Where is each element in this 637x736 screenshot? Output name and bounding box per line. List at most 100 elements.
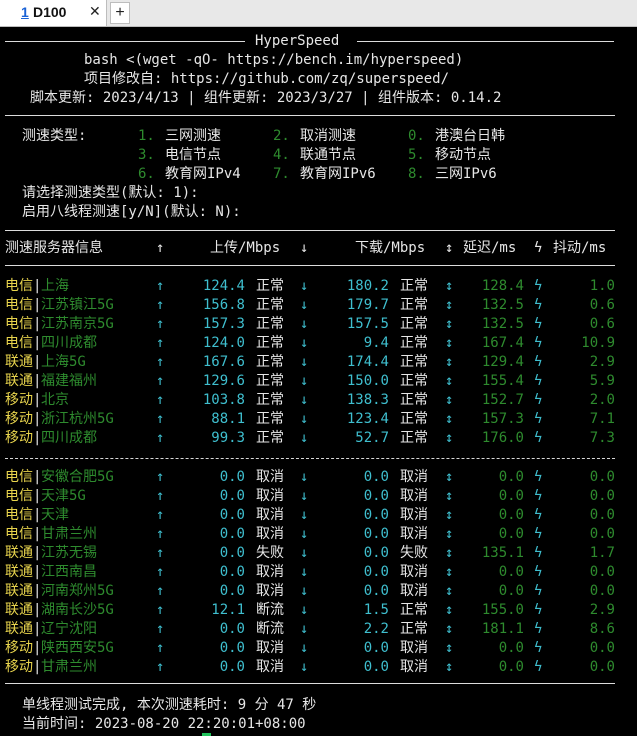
upload-status: 正常	[256, 278, 284, 294]
new-tab-button[interactable]: +	[110, 2, 130, 24]
download-value: 52.7	[355, 430, 389, 446]
upload-value: 0.0	[219, 488, 245, 504]
tab-title: D100	[33, 4, 67, 20]
upload-value: 124.4	[202, 278, 245, 294]
up-arrow-icon: ↑	[156, 659, 165, 675]
down-arrow-icon: ↓	[300, 240, 309, 256]
download-status: 正常	[400, 602, 428, 618]
updown-arrow-icon: ↕	[445, 526, 454, 542]
up-arrow-icon: ↑	[156, 392, 165, 408]
down-arrow-icon: ↓	[300, 297, 309, 313]
terminal-output[interactable]: HyperSpeed bash <(wget -qO- https://benc…	[0, 27, 637, 736]
latency-value: 0.0	[498, 640, 524, 656]
download-status: 正常	[400, 297, 428, 313]
menu-option-label: 取消测速	[300, 128, 356, 144]
down-arrow-icon: ↓	[300, 469, 309, 485]
latency-value: 0.0	[498, 659, 524, 675]
latency-value: 157.3	[481, 411, 524, 427]
down-arrow-icon: ↓	[300, 392, 309, 408]
latency-value: 129.4	[481, 354, 524, 370]
menu-option-number: 6.	[138, 166, 155, 182]
menu-option-number: 5.	[408, 147, 425, 163]
jitter-value: 0.6	[589, 316, 615, 332]
server-location: 湖南长沙5G	[41, 602, 114, 618]
latency-value: 181.1	[481, 621, 524, 637]
updown-arrow-icon: ↕	[445, 583, 454, 599]
isp-name: 电信	[5, 488, 33, 504]
server-location: 江西南昌	[41, 564, 97, 580]
menu-option-number: 4.	[273, 147, 290, 163]
menu-option-number: 7.	[273, 166, 290, 182]
isp-name: 移动	[5, 640, 33, 656]
isp-name: 移动	[5, 392, 33, 408]
close-icon[interactable]: ✕	[89, 3, 101, 20]
table-header: 测速服务器信息 ↑ 上传/Mbps ↓ 下载/Mbps ↕ 延迟/ms ϟ 抖动…	[0, 239, 637, 258]
upload-status: 断流	[256, 602, 284, 618]
latency-value: 0.0	[498, 488, 524, 504]
updown-arrow-icon: ↕	[445, 316, 454, 332]
download-value: 174.4	[346, 354, 389, 370]
down-arrow-icon: ↓	[300, 640, 309, 656]
menu-label: 测速类型:	[22, 128, 87, 144]
upload-status: 断流	[256, 621, 284, 637]
isp-name: 电信	[5, 335, 33, 351]
download-status: 取消	[400, 526, 428, 542]
down-arrow-icon: ↓	[300, 583, 309, 599]
download-value: 157.5	[346, 316, 389, 332]
jitter-icon: ϟ	[534, 316, 543, 332]
up-arrow-icon: ↑	[156, 640, 165, 656]
isp-name: 电信	[5, 469, 33, 485]
upload-status: 取消	[256, 507, 284, 523]
download-status: 正常	[400, 411, 428, 427]
prompt-type: 请选择测速类型(默认: 1):	[22, 185, 199, 201]
up-arrow-icon: ↑	[156, 564, 165, 580]
down-arrow-icon: ↓	[300, 373, 309, 389]
upload-status: 取消	[256, 526, 284, 542]
result-row: 电信 | 江苏镇江5G ↑ 156.8 正常 ↓ 179.7 正常 ↕ 132.5 ϟ 0.6	[0, 296, 637, 315]
upload-value: 12.1	[211, 602, 245, 618]
down-arrow-icon: ↓	[300, 488, 309, 504]
jitter-icon: ϟ	[534, 354, 543, 370]
down-arrow-icon: ↓	[300, 278, 309, 294]
latency-value: 132.5	[481, 297, 524, 313]
menu-option-number: 1.	[138, 128, 155, 144]
jitter-value: 10.9	[581, 335, 615, 351]
download-status: 取消	[400, 507, 428, 523]
updown-arrow-icon: ↕	[445, 411, 454, 427]
menu-option-label: 三网IPv6	[435, 166, 497, 182]
upload-status: 正常	[256, 411, 284, 427]
server-location: 天津	[41, 507, 69, 523]
result-row: 电信 | 江苏南京5G ↑ 157.3 正常 ↓ 157.5 正常 ↕ 132.5 ϟ 0.6	[0, 315, 637, 334]
jitter-value: 8.6	[589, 621, 615, 637]
menu-option-label: 移动节点	[435, 147, 491, 163]
menu-option-label: 教育网IPv4	[165, 166, 241, 182]
menu-option-label: 电信节点	[165, 147, 221, 163]
jitter-value: 0.0	[589, 583, 615, 599]
up-arrow-icon: ↑	[156, 430, 165, 446]
upload-value: 0.0	[219, 469, 245, 485]
jitter-icon: ϟ	[534, 564, 543, 580]
upload-value: 124.0	[202, 335, 245, 351]
result-row: 移动 | 北京 ↑ 103.8 正常 ↓ 138.3 正常 ↕ 152.7 ϟ 2.0	[0, 391, 637, 410]
upload-status: 正常	[256, 392, 284, 408]
latency-value: 155.0	[481, 602, 524, 618]
tab-d100[interactable]: 1 D100 ✕	[0, 0, 107, 26]
upload-status: 取消	[256, 469, 284, 485]
result-row: 联通 | 上海5G ↑ 167.6 正常 ↓ 174.4 正常 ↕ 129.4 ϟ 2.9	[0, 353, 637, 372]
isp-name: 移动	[5, 659, 33, 675]
down-arrow-icon: ↓	[300, 316, 309, 332]
download-status: 取消	[400, 583, 428, 599]
server-location: 甘肃兰州	[41, 659, 97, 675]
result-row: 电信 | 甘肃兰州 ↑ 0.0 取消 ↓ 0.0 取消 ↕ 0.0 ϟ 0.0	[0, 525, 637, 544]
upload-value: 103.8	[202, 392, 245, 408]
upload-value: 0.0	[219, 507, 245, 523]
updown-arrow-icon: ↕	[445, 545, 454, 561]
isp-name: 电信	[5, 316, 33, 332]
jitter-value: 0.0	[589, 640, 615, 656]
result-row: 联通 | 江苏无锡 ↑ 0.0 失败 ↓ 0.0 失败 ↕ 135.1 ϟ 1.7	[0, 544, 637, 563]
result-row: 移动 | 四川成都 ↑ 99.3 正常 ↓ 52.7 正常 ↕ 176.0 ϟ 7.3	[0, 429, 637, 448]
upload-status: 取消	[256, 564, 284, 580]
updown-arrow-icon: ↕	[445, 507, 454, 523]
download-status: 正常	[400, 354, 428, 370]
download-status: 失败	[400, 545, 428, 561]
